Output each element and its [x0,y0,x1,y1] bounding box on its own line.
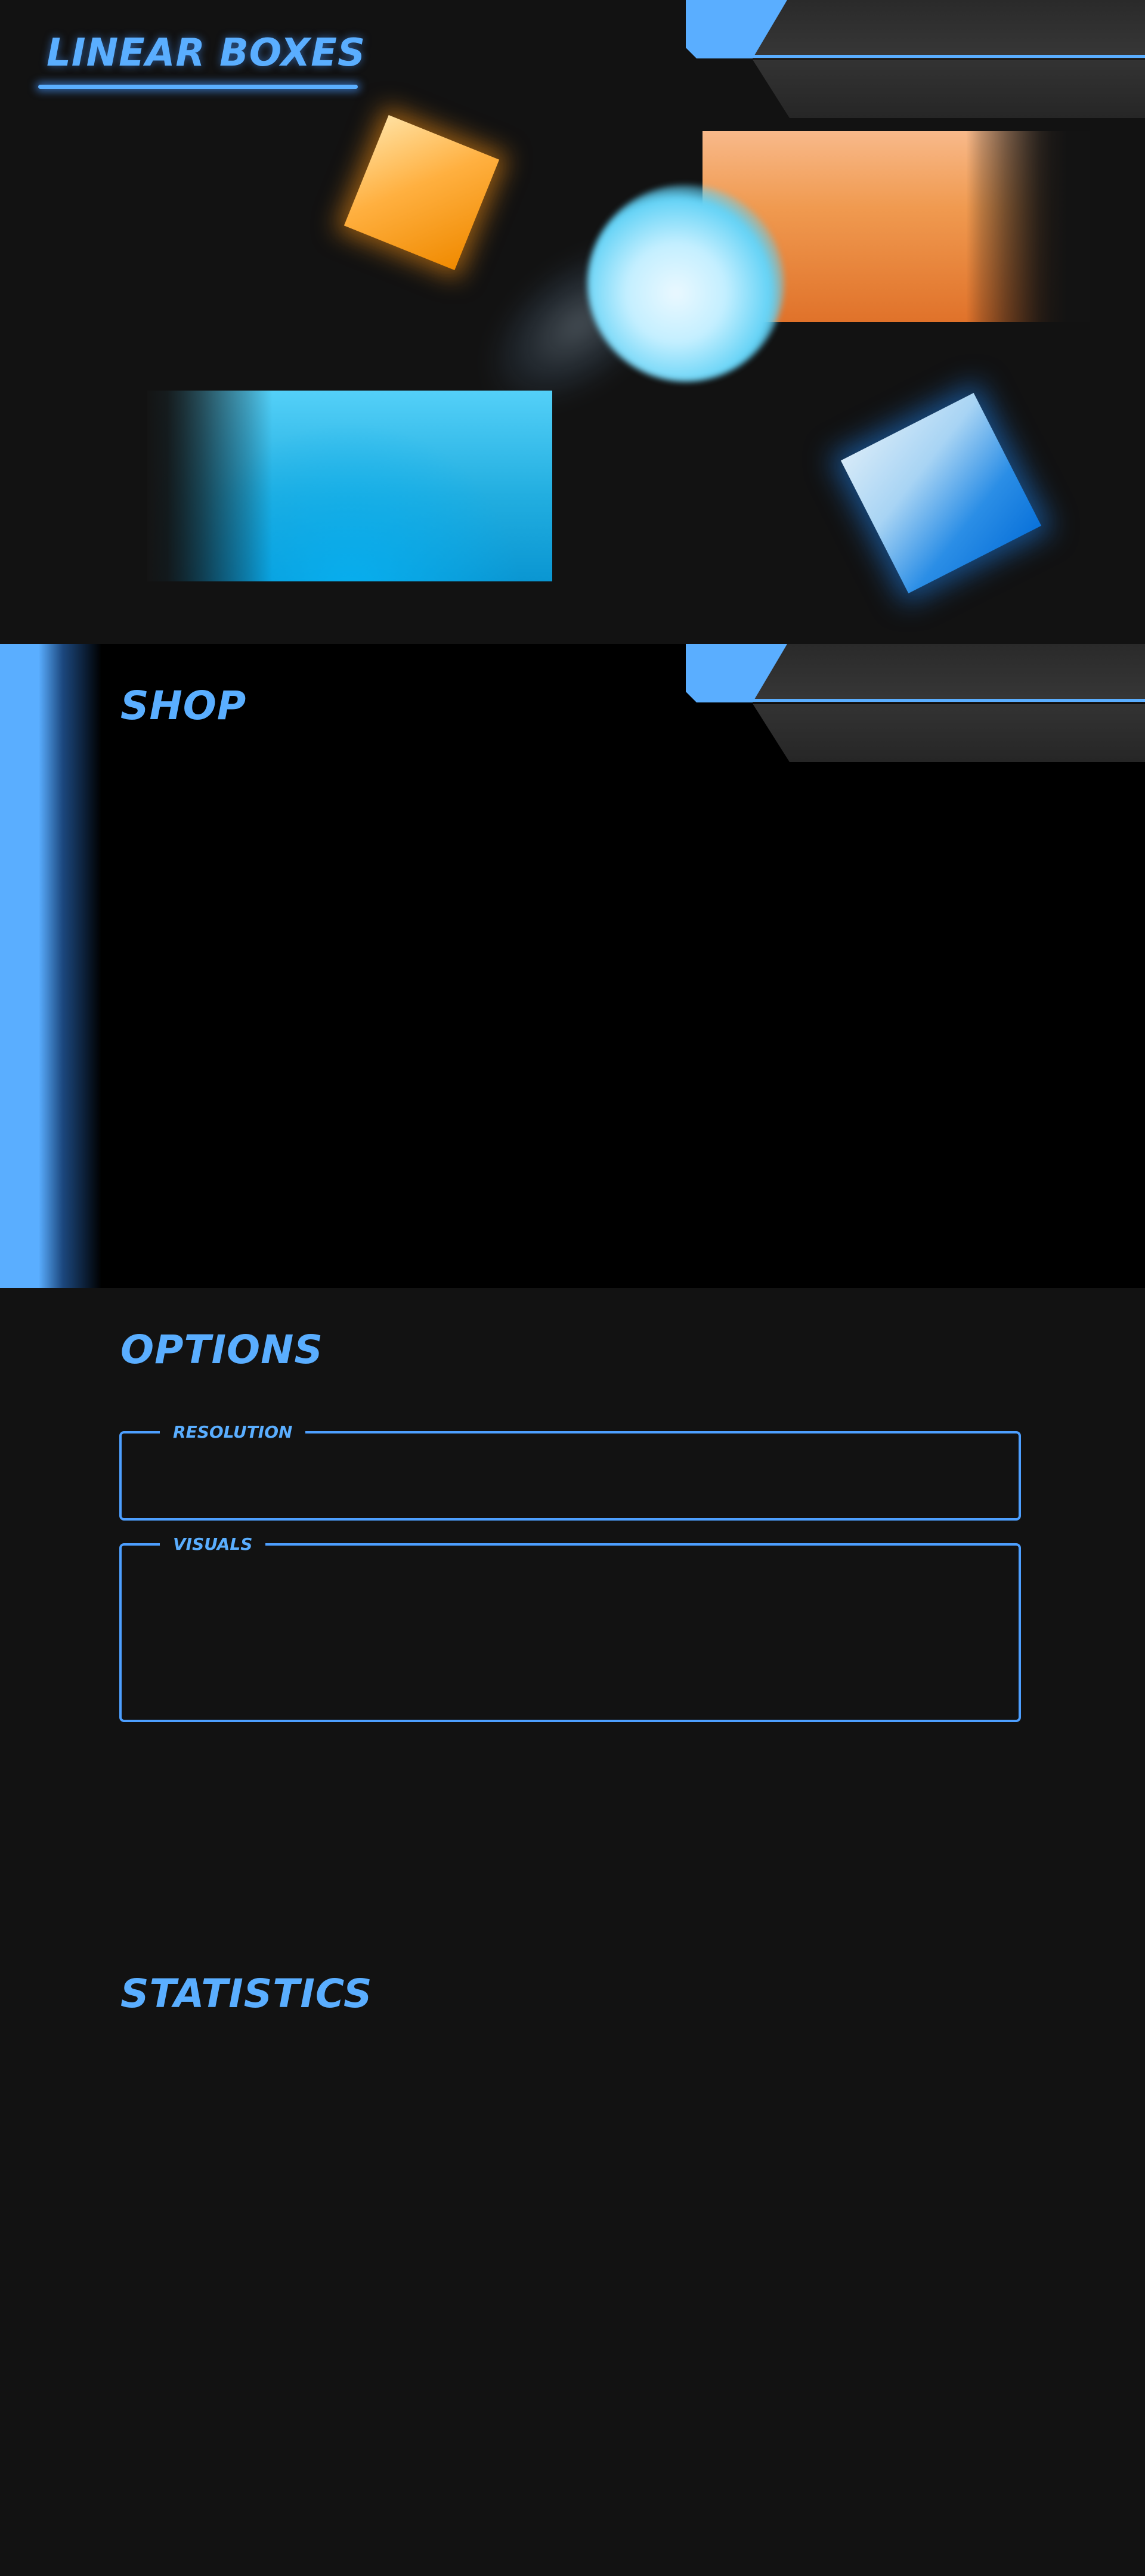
cyan-gradient-box [147,391,552,581]
glowing-cyan-orb [587,185,784,382]
shop-header-top-plate [753,644,1145,702]
statistics-title: STATISTICS [120,1971,373,2017]
game-title: LINEAR BOXES [47,31,366,75]
main-menu-screen: LINEAR BOXES [0,0,1145,644]
shop-side-glow [0,644,101,1288]
shop-header-bottom-plate [753,704,1145,762]
visuals-group-label: VISUALS [160,1535,266,1553]
orange-glowing-square [344,114,500,271]
shop-screen: SHOP [0,644,1145,1288]
header-accent-line [753,55,1145,58]
statistics-screen: STATISTICS [0,1932,1145,2576]
resolution-group: RESOLUTION [119,1423,1021,1521]
header-bottom-plate [753,60,1145,118]
shop-title: SHOP [120,683,247,729]
options-title: OPTIONS [120,1327,323,1373]
title-underline [38,85,358,89]
blue-glowing-square [840,392,1042,594]
shop-header-corner-panel [686,644,1145,769]
options-screen: OPTIONS RESOLUTION VISUALS [0,1288,1145,1932]
header-corner-panel [686,0,1145,125]
visuals-group: VISUALS [119,1535,1021,1722]
shop-header-accent-line [753,699,1145,702]
header-top-plate [753,0,1145,58]
resolution-group-label: RESOLUTION [160,1423,306,1441]
